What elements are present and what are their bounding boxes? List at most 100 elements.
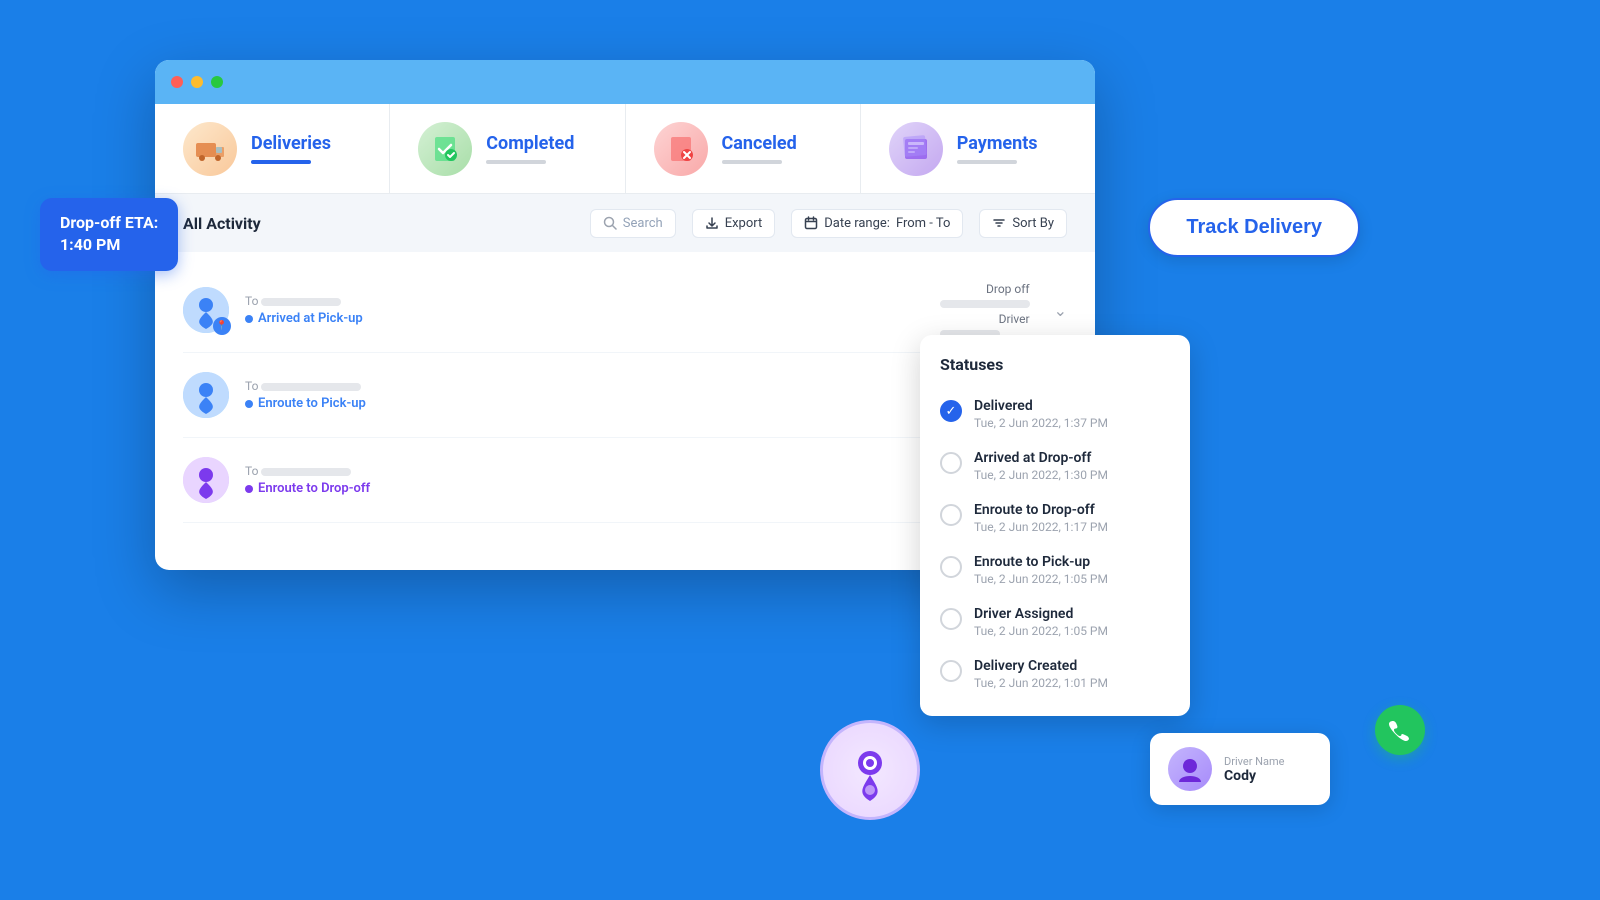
status-name-delivered: Delivered — [974, 398, 1108, 414]
avatar-pin: 📍 — [213, 317, 231, 335]
statuses-panel: Statuses ✓ Delivered Tue, 2 Jun 2022, 1:… — [920, 335, 1190, 716]
toolbar: All Activity Search Export Date range: F… — [155, 194, 1095, 252]
status-time-enroute-pickup: Tue, 2 Jun 2022, 1:05 PM — [974, 572, 1108, 586]
search-icon — [603, 216, 617, 230]
to-name-bar-3 — [261, 468, 351, 476]
avatar — [183, 457, 229, 503]
to-name-bar-2 — [261, 383, 361, 391]
phone-icon — [1387, 717, 1413, 743]
avatar — [183, 372, 229, 418]
dropdown-chevron[interactable]: ⌄ — [1054, 301, 1067, 320]
tab-deliveries-label: Deliveries — [251, 133, 331, 154]
status-item-enroute-dropoff: Enroute to Drop-off Tue, 2 Jun 2022, 1:1… — [920, 492, 1190, 544]
row-to-2: To — [245, 379, 961, 393]
title-bar — [155, 60, 1095, 104]
tab-deliveries-bar — [251, 160, 311, 164]
payments-icon-bg — [889, 122, 943, 176]
sort-label: Sort By — [1012, 216, 1054, 231]
phone-fab-button[interactable] — [1375, 705, 1425, 755]
status-name-enroute-pickup: Enroute to Pick-up — [974, 554, 1108, 570]
tab-completed[interactable]: Completed — [390, 104, 625, 193]
status-item-delivery-created: Delivery Created Tue, 2 Jun 2022, 1:01 P… — [920, 648, 1190, 700]
status-item-enroute-pickup: Enroute to Pick-up Tue, 2 Jun 2022, 1:05… — [920, 544, 1190, 596]
status-info-driver-assigned: Driver Assigned Tue, 2 Jun 2022, 1:05 PM — [974, 606, 1108, 638]
status-name-delivery-created: Delivery Created — [974, 658, 1108, 674]
status-time-driver-assigned: Tue, 2 Jun 2022, 1:05 PM — [974, 624, 1108, 638]
status-time-arrived-dropoff: Tue, 2 Jun 2022, 1:30 PM — [974, 468, 1108, 482]
tab-canceled-bar — [722, 160, 782, 164]
tab-completed-bar — [486, 160, 546, 164]
minimize-dot[interactable] — [191, 76, 203, 88]
status-check-enroute-pickup — [940, 556, 962, 578]
driver-avatar-icon — [1175, 754, 1205, 784]
status-indicator-3 — [245, 485, 253, 493]
row-info: To Enroute to Pick-up — [245, 379, 961, 411]
status-name-driver-assigned: Driver Assigned — [974, 606, 1108, 622]
tab-payments[interactable]: Payments — [861, 104, 1095, 193]
status-indicator — [245, 315, 253, 323]
tab-payments-text: Payments — [957, 133, 1038, 164]
export-icon — [705, 216, 719, 230]
driver-card: Driver Name Cody — [1150, 733, 1330, 805]
eta-time: 1:40 PM — [60, 234, 158, 256]
row-to: To — [245, 294, 924, 308]
tab-deliveries-text: Deliveries — [251, 133, 331, 164]
row-status: Arrived at Pick-up — [245, 311, 924, 326]
status-check-delivery-created — [940, 660, 962, 682]
row-to-3: To — [245, 464, 961, 478]
track-delivery-button[interactable]: Track Delivery — [1148, 198, 1360, 257]
export-label: Export — [725, 216, 763, 231]
row-info: To Enroute to Drop-off — [245, 464, 961, 496]
export-button[interactable]: Export — [692, 209, 776, 238]
maximize-dot[interactable] — [211, 76, 223, 88]
map-pin-icon — [835, 735, 905, 805]
sort-icon — [992, 216, 1006, 230]
completed-icon-bg — [418, 122, 472, 176]
calendar-icon — [804, 216, 818, 230]
sort-button[interactable]: Sort By — [979, 209, 1067, 238]
map-circle — [820, 720, 920, 820]
search-box[interactable]: Search — [590, 209, 676, 238]
status-name-arrived-dropoff: Arrived at Drop-off — [974, 450, 1108, 466]
avatar-map-icon-2 — [183, 372, 229, 418]
status-time-delivery-created: Tue, 2 Jun 2022, 1:01 PM — [974, 676, 1108, 690]
row-status-3: Enroute to Drop-off — [245, 481, 961, 496]
date-range-value: From - To — [896, 216, 950, 231]
meta-bar — [940, 300, 1030, 308]
status-item-arrived-dropoff: Arrived at Drop-off Tue, 2 Jun 2022, 1:3… — [920, 440, 1190, 492]
status-info-enroute-dropoff: Enroute to Drop-off Tue, 2 Jun 2022, 1:1… — [974, 502, 1108, 534]
status-name-enroute-dropoff: Enroute to Drop-off — [974, 502, 1108, 518]
avatar-map-icon-3 — [183, 457, 229, 503]
close-dot[interactable] — [171, 76, 183, 88]
statuses-title: Statuses — [920, 355, 1190, 388]
driver-info: Driver Name Cody — [1224, 755, 1284, 784]
tab-payments-bar — [957, 160, 1017, 164]
driver-name-value: Cody — [1224, 768, 1284, 784]
driver-name-label: Driver Name — [1224, 755, 1284, 768]
date-range-label: Date range: — [824, 216, 890, 231]
payments-icon — [900, 133, 932, 165]
to-name-bar — [261, 298, 341, 306]
status-info-delivery-created: Delivery Created Tue, 2 Jun 2022, 1:01 P… — [974, 658, 1108, 690]
tab-canceled-label: Canceled — [722, 133, 797, 154]
status-info-enroute-pickup: Enroute to Pick-up Tue, 2 Jun 2022, 1:05… — [974, 554, 1108, 586]
canceled-icon-bg — [654, 122, 708, 176]
status-item-driver-assigned: Driver Assigned Tue, 2 Jun 2022, 1:05 PM — [920, 596, 1190, 648]
tab-deliveries[interactable]: Deliveries — [155, 104, 390, 193]
eta-badge: Drop-off ETA: 1:40 PM — [40, 198, 178, 271]
driver-avatar — [1168, 747, 1212, 791]
deliveries-icon-bg — [183, 122, 237, 176]
truck-icon — [194, 133, 226, 165]
row-status-2: Enroute to Pick-up — [245, 396, 961, 411]
eta-label: Drop-off ETA: — [60, 212, 158, 234]
status-info-arrived-dropoff: Arrived at Drop-off Tue, 2 Jun 2022, 1:3… — [974, 450, 1108, 482]
status-check-delivered: ✓ — [940, 400, 962, 422]
status-indicator-2 — [245, 400, 253, 408]
completed-icon — [429, 133, 461, 165]
status-time-delivered: Tue, 2 Jun 2022, 1:37 PM — [974, 416, 1108, 430]
search-placeholder: Search — [623, 216, 663, 231]
date-range-button[interactable]: Date range: From - To — [791, 209, 963, 238]
tab-canceled[interactable]: Canceled — [626, 104, 861, 193]
canceled-icon — [665, 133, 697, 165]
status-check-arrived-dropoff — [940, 452, 962, 474]
